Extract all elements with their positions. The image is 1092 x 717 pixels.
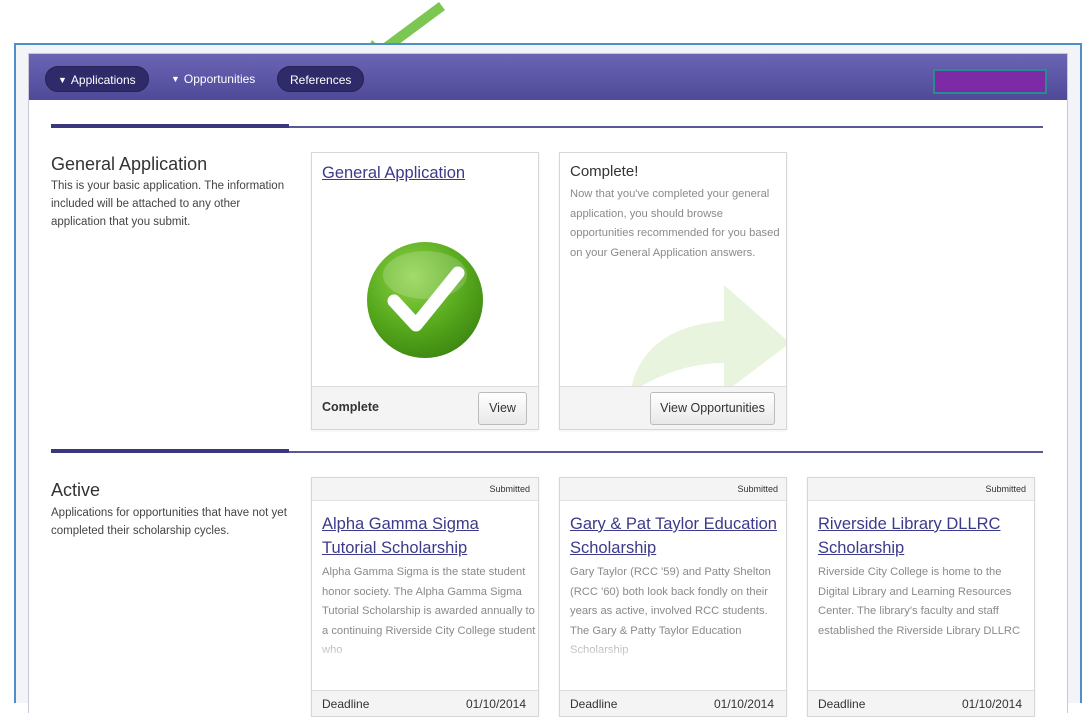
scholarship-card: Submitted Gary & Pat Taylor Education Sc… — [559, 477, 787, 717]
general-application-link[interactable]: General Application — [322, 161, 465, 185]
complete-card-title: Complete! — [570, 163, 639, 180]
scholarship-card: Submitted Riverside Library DLLRC Schola… — [807, 477, 1035, 717]
arrow-right-icon — [630, 285, 786, 393]
complete-card: Complete! Now that you've completed your… — [559, 152, 787, 430]
general-section-description: This is your basic application. The info… — [51, 180, 285, 228]
status-label: Complete — [322, 400, 379, 414]
nav-references[interactable]: References — [277, 66, 365, 92]
status-badge: Submitted — [312, 478, 538, 501]
nav-applications[interactable]: ▼ Applications — [45, 66, 149, 92]
deadline-date: 01/10/2014 — [713, 697, 774, 711]
status-badge: Submitted — [560, 478, 786, 501]
scholarship-title-link[interactable]: Gary & Pat Taylor Education Scholarship — [570, 512, 780, 560]
deadline-date: 01/10/2014 — [961, 697, 1022, 711]
scholarship-card: Submitted Alpha Gamma Sigma Tutorial Sch… — [311, 477, 539, 717]
general-section-title: General Application — [51, 154, 208, 174]
nav-opportunities-label: Opportunities — [183, 72, 256, 86]
user-menu[interactable] — [933, 69, 1047, 94]
top-navbar: ▼ Applications ▼ Opportunities References — [29, 54, 1067, 100]
scholarship-description: Riverside City College is home to the Di… — [818, 566, 1021, 637]
view-opportunities-button[interactable]: View Opportunities — [650, 392, 775, 425]
app-frame: ▼ Applications ▼ Opportunities References … — [14, 43, 1082, 717]
active-section-title: Active — [51, 480, 101, 500]
deadline-label: Deadline — [322, 697, 370, 711]
section-divider — [51, 124, 1043, 128]
deadline-row: Deadline 01/10/2014 — [560, 690, 786, 716]
nav-references-label: References — [290, 73, 352, 87]
nav-applications-label: Applications — [70, 73, 136, 87]
section-divider — [51, 449, 1043, 453]
checkmark-icon — [367, 242, 483, 358]
general-application-card: General Application Complete View — [311, 152, 539, 430]
card-footer: View Opportunities — [560, 386, 786, 429]
view-button[interactable]: View — [478, 392, 527, 425]
complete-card-text: Now that you've completed your general a… — [570, 188, 780, 259]
deadline-row: Deadline 01/10/2014 — [312, 690, 538, 716]
caret-down-icon: ▼ — [171, 74, 180, 84]
scholarship-title-link[interactable]: Riverside Library DLLRC Scholarship — [818, 512, 1028, 560]
card-footer: Complete View — [312, 386, 538, 429]
nav-opportunities[interactable]: ▼ Opportunities — [159, 66, 267, 92]
caret-down-icon: ▼ — [58, 75, 67, 85]
scholarship-title-link[interactable]: Alpha Gamma Sigma Tutorial Scholarship — [322, 512, 532, 560]
deadline-row: Deadline 01/10/2014 — [808, 690, 1034, 716]
deadline-label: Deadline — [570, 697, 618, 711]
active-section-description: Applications for opportunities that have… — [51, 507, 287, 537]
deadline-date: 01/10/2014 — [465, 697, 526, 711]
deadline-label: Deadline — [818, 697, 866, 711]
app-window: ▼ Applications ▼ Opportunities References … — [28, 53, 1068, 717]
status-badge: Submitted — [808, 478, 1034, 501]
